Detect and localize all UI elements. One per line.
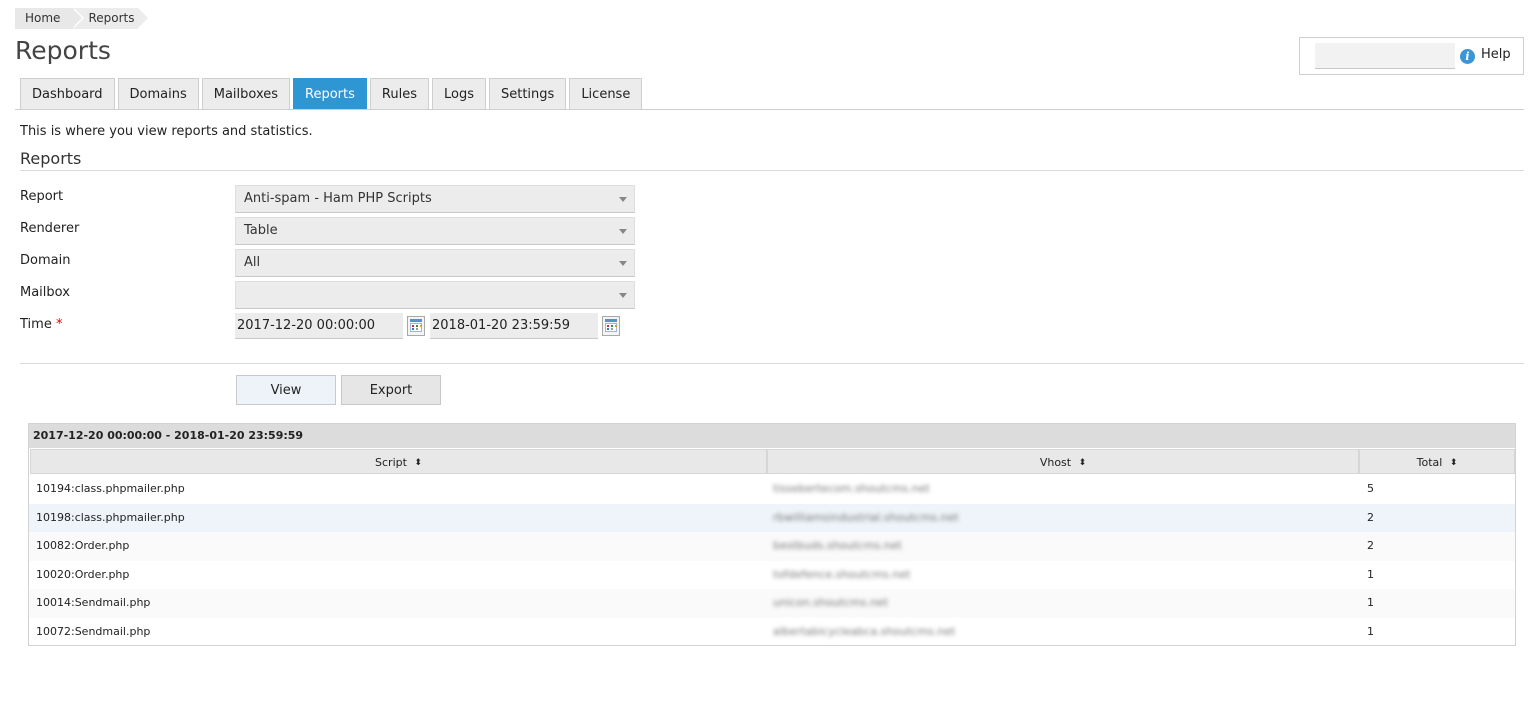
info-icon[interactable]: i [1460, 49, 1475, 64]
column-header-vhost-label: Vhost [1039, 456, 1072, 469]
page-title: Reports [15, 36, 111, 65]
tab-domains[interactable]: Domains [117, 78, 199, 110]
renderer-label: Renderer [20, 221, 80, 236]
tab-settings[interactable]: Settings [488, 78, 567, 110]
chevron-down-icon [619, 261, 627, 266]
cell-vhost: bestbuds.shoutcms.net [773, 539, 902, 552]
mailbox-select[interactable] [235, 281, 635, 309]
table-row[interactable]: 10194:class.phpmailer.php tissebertecom.… [29, 475, 1515, 504]
chevron-down-icon [619, 229, 627, 234]
breadcrumb-home[interactable]: Home [15, 8, 85, 29]
time-to-input[interactable] [430, 313, 598, 339]
page-intro: This is where you view reports and stati… [20, 124, 313, 139]
help-search-input[interactable] [1315, 43, 1455, 69]
cell-vhost: rbwilliamsindustrial.shoutcms.net [773, 510, 959, 524]
table-row[interactable]: 10082:Order.php bestbuds.shoutcms.net 2 [29, 532, 1515, 561]
required-marker: * [55, 317, 63, 332]
table-row[interactable]: 10198:class.phpmailer.php rbwilliamsindu… [29, 503, 1515, 532]
cell-total: 1 [1367, 624, 1374, 638]
cell-total: 5 [1367, 482, 1374, 495]
tab-mailboxes[interactable]: Mailboxes [201, 78, 291, 110]
domain-select[interactable]: All [235, 249, 635, 277]
report-select-value: Anti-spam - Ham PHP Scripts [244, 191, 432, 206]
tab-reports[interactable]: Reports [293, 78, 367, 110]
cell-vhost: tofdefence.shoutcms.net [773, 567, 911, 581]
cell-total: 1 [1367, 567, 1374, 581]
breadcrumb: Home Reports [15, 8, 149, 29]
calendar-icon[interactable] [407, 316, 425, 336]
column-header-script[interactable]: Script ⬍ [30, 449, 767, 474]
renderer-select[interactable]: Table [235, 217, 635, 245]
domain-label: Domain [20, 253, 71, 268]
table-header-row: Script ⬍ Vhost ⬍ Total ⬍ [29, 449, 1515, 475]
table-row[interactable]: 10072:Sendmail.php albertabicycleabca.sh… [29, 618, 1515, 647]
table-row[interactable]: 10020:Order.php tofdefence.shoutcms.net … [29, 561, 1515, 590]
tab-rules[interactable]: Rules [369, 78, 429, 110]
form-divider [20, 363, 1524, 364]
table-caption: 2017-12-20 00:00:00 - 2018-01-20 23:59:5… [29, 424, 1515, 448]
cell-vhost: tissebertecom.shoutcms.net [773, 482, 930, 495]
sort-icon: ⬍ [1078, 457, 1087, 468]
column-header-script-label: Script [375, 456, 407, 469]
report-label: Report [20, 189, 64, 204]
table-row[interactable]: 10014:Sendmail.php unicon.shoutcms.net 1 [29, 589, 1515, 618]
report-select[interactable]: Anti-spam - Ham PHP Scripts [235, 185, 635, 213]
tab-dashboard[interactable]: Dashboard [20, 78, 115, 110]
time-label: Time * [20, 317, 62, 332]
cell-total: 2 [1367, 539, 1374, 552]
column-header-total-label: Total [1416, 456, 1443, 469]
cell-script: 10082:Order.php [36, 539, 130, 552]
cell-script: 10072:Sendmail.php [36, 624, 151, 638]
cell-script: 10020:Order.php [36, 567, 130, 581]
sort-icon: ⬍ [414, 457, 422, 468]
cell-vhost: unicon.shoutcms.net [773, 596, 889, 609]
renderer-select-value: Table [244, 223, 278, 238]
view-button[interactable]: View [236, 375, 336, 405]
time-label-text: Time [20, 317, 52, 332]
cell-script: 10198:class.phpmailer.php [36, 510, 185, 524]
main-tabs: Dashboard Domains Mailboxes Reports Rule… [20, 78, 645, 110]
calendar-icon[interactable] [602, 316, 620, 336]
cell-total: 1 [1367, 596, 1374, 609]
tab-license[interactable]: License [569, 78, 643, 110]
column-header-total[interactable]: Total ⬍ [1359, 449, 1515, 474]
tabs-divider [15, 109, 1524, 110]
report-table: 2017-12-20 00:00:00 - 2018-01-20 23:59:5… [28, 423, 1516, 646]
mailbox-label: Mailbox [20, 285, 70, 300]
help-link[interactable]: Help [1481, 47, 1511, 62]
chevron-down-icon [619, 197, 627, 202]
tab-logs[interactable]: Logs [431, 78, 486, 110]
sort-icon: ⬍ [1449, 457, 1458, 468]
cell-script: 10014:Sendmail.php [36, 596, 151, 609]
cell-script: 10194:class.phpmailer.php [36, 482, 185, 495]
cell-vhost: albertabicycleabca.shoutcms.net [773, 624, 956, 638]
section-title: Reports [20, 149, 82, 168]
column-header-vhost[interactable]: Vhost ⬍ [767, 449, 1359, 474]
chevron-down-icon [619, 293, 627, 298]
domain-select-value: All [244, 255, 261, 270]
help-box: i Help [1299, 37, 1524, 75]
time-from-input[interactable] [235, 313, 403, 339]
section-divider [20, 170, 1524, 171]
cell-total: 2 [1367, 510, 1374, 524]
export-button[interactable]: Export [341, 375, 441, 405]
